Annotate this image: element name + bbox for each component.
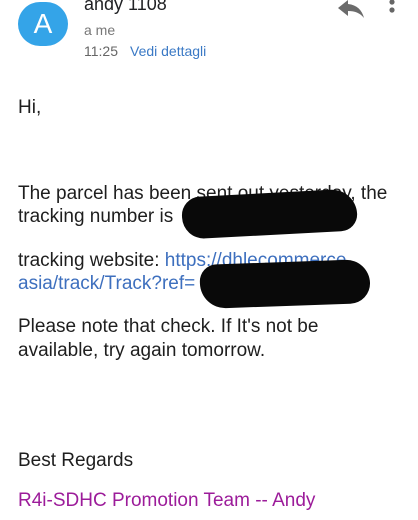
redaction-mark <box>199 259 371 309</box>
closing: Best Regards <box>18 450 134 471</box>
note-line-2: available, try again tomorrow. <box>18 340 266 361</box>
avatar-letter: A <box>33 8 53 39</box>
tracking-url-part-2[interactable]: asia/track/Track?ref= <box>18 272 195 296</box>
sender-name: andy 1108 <box>84 0 167 14</box>
view-details-link[interactable]: Vedi dettagli <box>130 43 206 59</box>
sender-avatar[interactable]: A <box>18 2 68 46</box>
message-time: 11:25 <box>84 43 118 59</box>
reply-icon[interactable] <box>335 0 367 22</box>
recipient-label: a me <box>84 22 116 38</box>
greeting: Hi, <box>18 97 42 118</box>
tracking-label: tracking website: <box>18 250 165 271</box>
signature: R4i-SDHC Promotion Team -- Andy <box>18 490 316 511</box>
more-vert-icon[interactable] <box>382 0 402 24</box>
note-line-1: Please note that check. If It's not be <box>18 316 319 337</box>
body-line-2: tracking number is <box>18 206 174 227</box>
redaction-mark <box>181 188 358 240</box>
